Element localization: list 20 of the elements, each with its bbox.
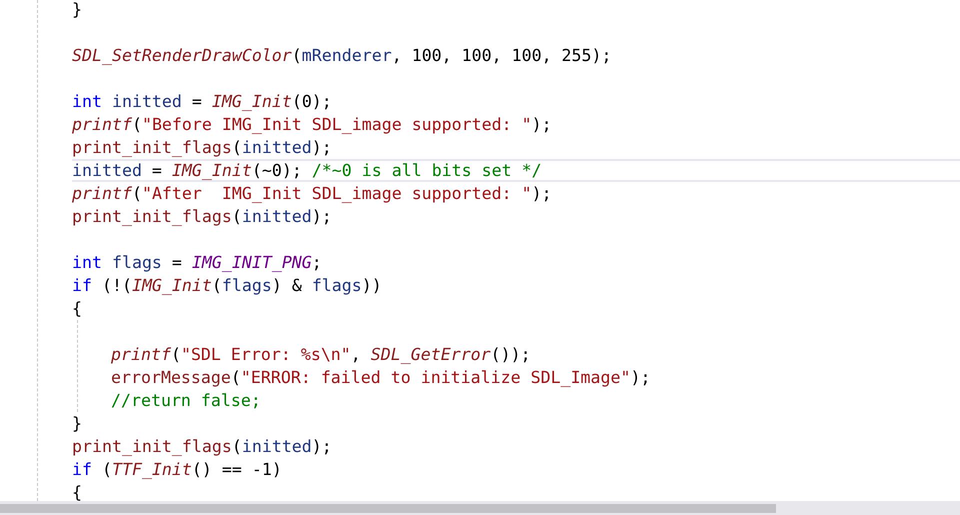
code-line: print_init_flags(initted); [72,437,332,456]
scrollbar-thumb[interactable] [0,504,776,512]
code-line: } [72,414,82,433]
code-line: int initted = IMG_Init(0); [72,92,332,111]
code-line: errorMessage("ERROR: failed to initialize SDL_Image"); [111,368,650,387]
code-line: print_init_flags(initted); [72,138,332,157]
code-line: initted = IMG_Init(~0); /*~0 is all bits set */ [72,161,542,180]
code-line: printf("SDL Error: %s\n", SDL_GetError()); [111,345,531,364]
code-line: if (!(IMG_Init(flags) & flags)) [72,276,382,295]
code-line: { [72,299,82,318]
code-line: if (TTF_Init() == -1) [72,460,282,479]
horizontal-scrollbar[interactable] [0,501,960,515]
code-line: printf("Before IMG_Init SDL_image supported: "); [72,115,552,134]
code-line: printf("After IMG_Init SDL_image supported: "); [72,184,552,203]
code-line: } [72,0,82,19]
code-line: { [72,483,82,501]
code-line: //return false; [111,391,261,410]
code-line: print_init_flags(initted); [72,207,332,226]
code-line: SDL_SetRenderDrawColor(mRenderer, 100, 100, 100, 255); [72,46,612,65]
code-line: int flags = IMG_INIT_PNG; [72,253,322,272]
